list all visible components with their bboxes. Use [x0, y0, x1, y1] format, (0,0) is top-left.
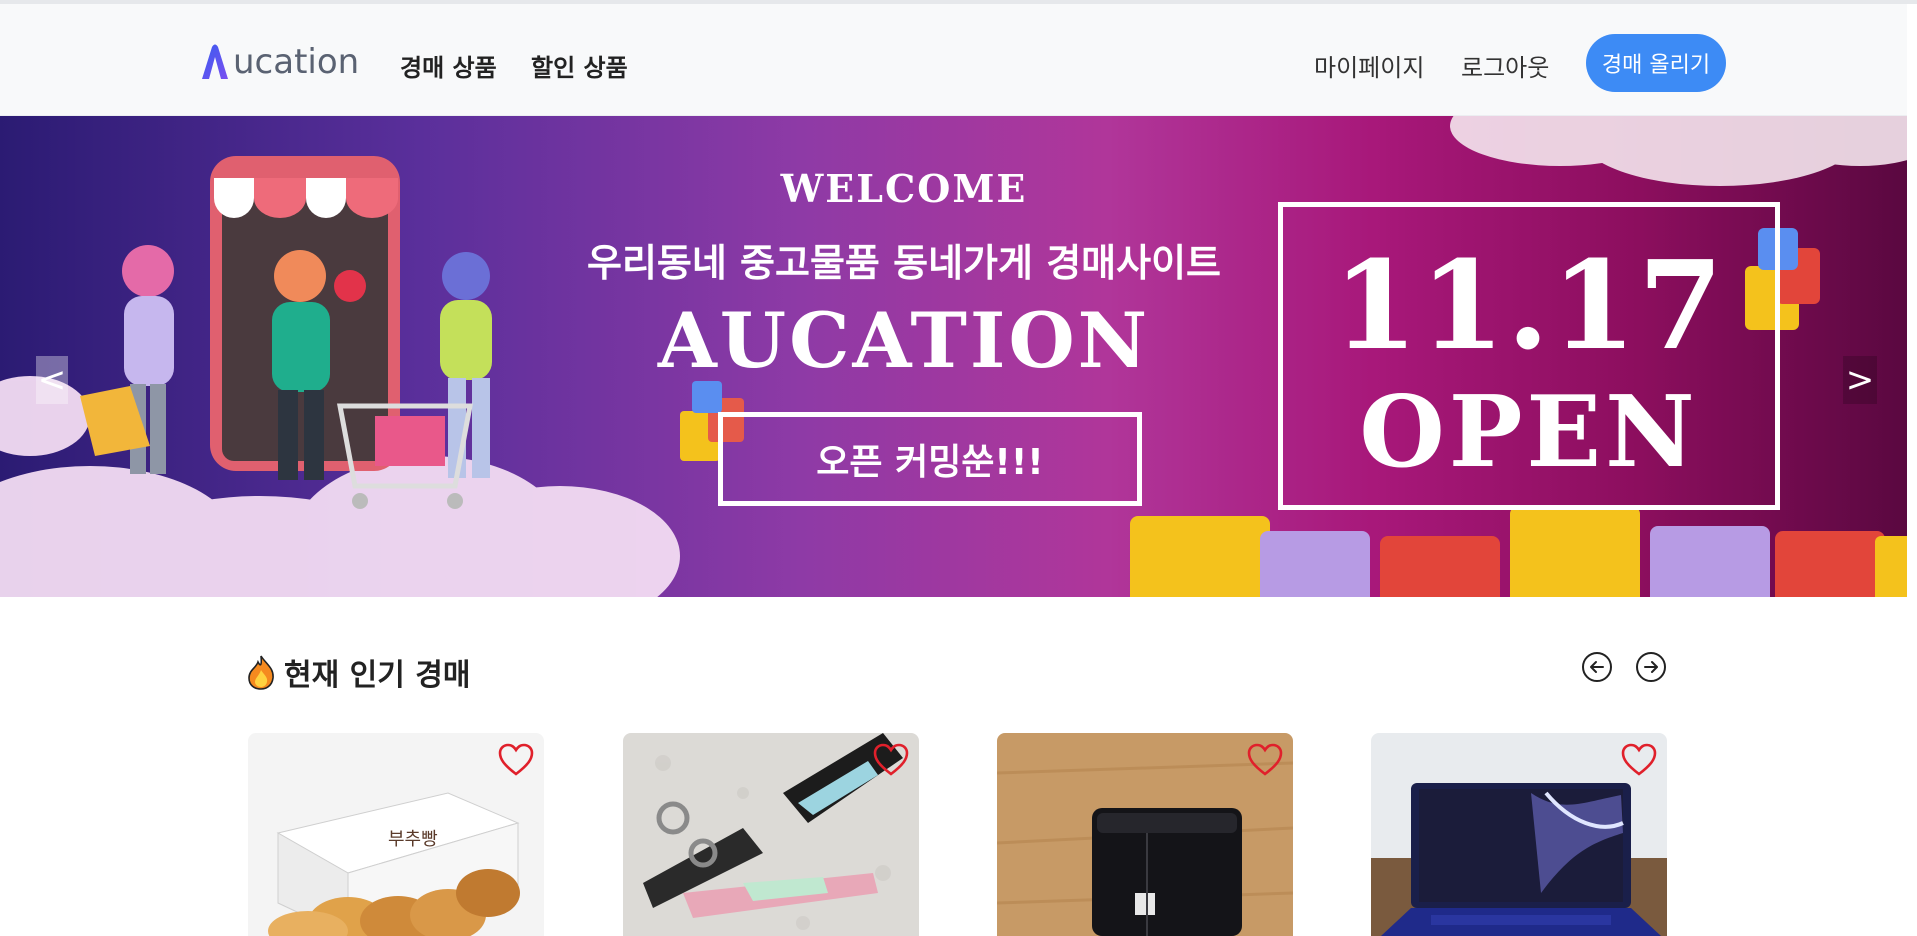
popular-prev-button[interactable]: [1582, 652, 1612, 682]
nav-discount-products[interactable]: 할인 상품: [531, 48, 628, 83]
heart-outline-icon[interactable]: [1621, 743, 1657, 777]
logo-a-icon: [202, 44, 228, 79]
site-header: ucation 경매 상품 할인 상품 마이페이지 로그아웃 경매 올리기: [0, 4, 1907, 116]
popular-auctions-header: 현재 인기 경매: [246, 650, 471, 694]
site-logo[interactable]: ucation: [199, 38, 359, 86]
banner-prev-button[interactable]: <: [36, 356, 68, 404]
popular-next-button[interactable]: [1636, 652, 1666, 682]
heart-outline-icon[interactable]: [498, 743, 534, 777]
nav-mypage[interactable]: 마이페이지: [1314, 48, 1424, 83]
open-date: 11.17: [1332, 233, 1726, 377]
heart-outline-icon[interactable]: [1247, 743, 1283, 777]
arrow-right-icon: [1644, 661, 1658, 673]
auction-card[interactable]: [997, 733, 1293, 936]
heart-outline-icon[interactable]: [873, 743, 909, 777]
promo-banner: WELCOME 우리동네 중고물품 동네가게 경매사이트 AUCATION 오픈…: [0, 116, 1907, 597]
coming-soon-box: 오픈 커밍쑨!!!: [718, 412, 1142, 506]
auction-card[interactable]: 부추빵: [248, 733, 544, 936]
nav-auction-products[interactable]: 경매 상품: [400, 48, 497, 83]
fire-icon: [248, 655, 274, 690]
upload-auction-button[interactable]: 경매 올리기: [1586, 34, 1726, 92]
nav-logout[interactable]: 로그아웃: [1461, 48, 1549, 83]
open-text: OPEN: [1359, 375, 1699, 490]
open-date-box: 11.17 OPEN: [1278, 202, 1780, 510]
popular-auctions-title: 현재 인기 경매: [284, 658, 471, 693]
banner-next-button[interactable]: >: [1843, 356, 1877, 404]
coming-soon-text: 오픈 커밍쑨!!!: [816, 442, 1044, 483]
auction-card[interactable]: [1371, 733, 1667, 936]
svg-text:부추빵: 부추빵: [388, 829, 438, 850]
logo-text: ucation: [233, 42, 360, 82]
arrow-left-icon: [1590, 661, 1604, 673]
auction-card[interactable]: [623, 733, 919, 936]
